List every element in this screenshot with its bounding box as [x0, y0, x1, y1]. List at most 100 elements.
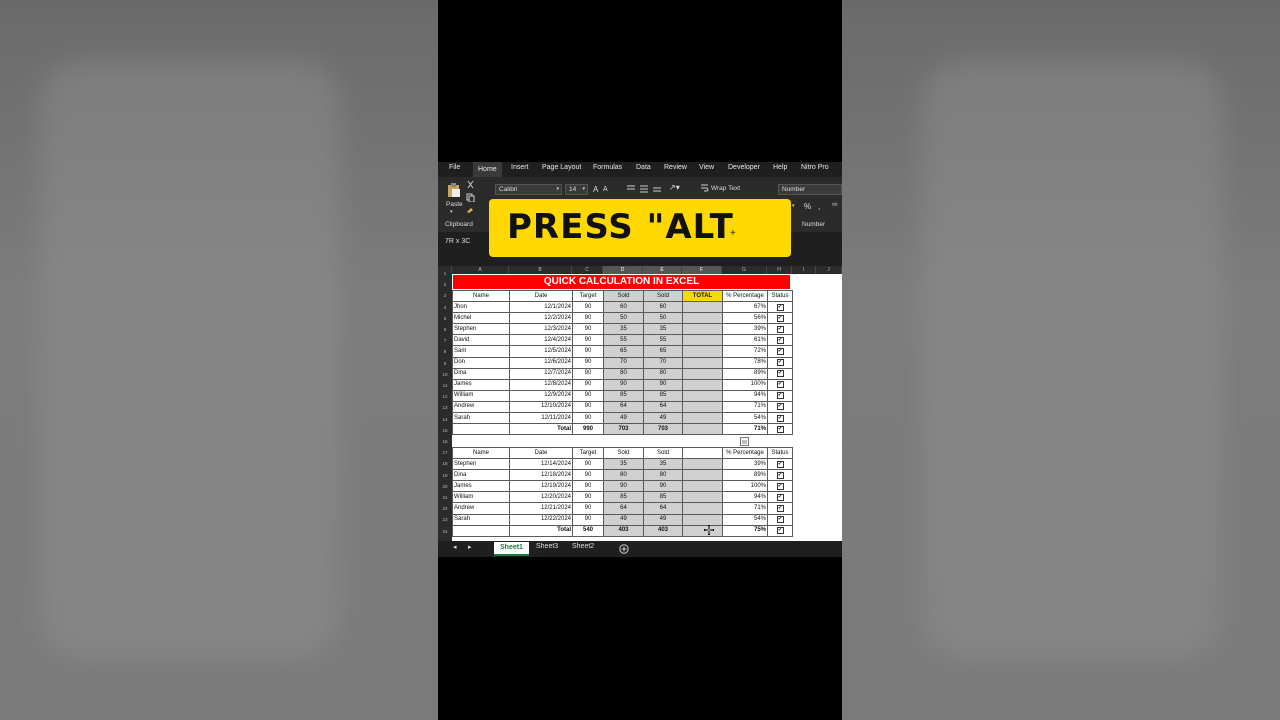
cell-percentage[interactable]: 89% — [722, 367, 768, 380]
sheet-title[interactable]: QUICK CALCULATION IN EXCEL — [453, 275, 790, 289]
cell-target[interactable]: 90 — [572, 400, 604, 414]
cell-status[interactable]: ✔ — [767, 378, 793, 391]
cell-sold[interactable]: 64 — [603, 400, 644, 414]
number-format-select[interactable]: Number — [778, 184, 842, 195]
cell-status[interactable]: ✔ — [767, 480, 793, 493]
cell-percentage[interactable]: 72% — [722, 345, 768, 358]
cell-target[interactable]: 90 — [572, 323, 604, 336]
cell-status[interactable]: ✔ — [767, 423, 793, 436]
cell-sold[interactable]: 65 — [603, 345, 644, 358]
cell-sold[interactable]: 90 — [603, 378, 644, 391]
menu-file[interactable]: File — [449, 164, 460, 171]
cell-sold[interactable]: 35 — [603, 458, 644, 471]
align-top-icon[interactable] — [626, 184, 636, 193]
cut-icon[interactable] — [466, 180, 475, 189]
decrease-font-icon[interactable]: A — [603, 186, 608, 193]
header-percentage[interactable]: % Percentage — [722, 446, 768, 460]
cell-status[interactable]: ✔ — [767, 345, 793, 358]
cell-date[interactable]: 12/21/2024 — [509, 502, 573, 515]
cell-sold[interactable]: 65 — [643, 345, 683, 358]
row-number[interactable]: 24 — [438, 529, 452, 534]
cell-total[interactable] — [682, 312, 723, 325]
total-sold[interactable]: 403 — [643, 524, 683, 537]
cell-target[interactable]: 90 — [572, 312, 604, 325]
cell-name[interactable]: Stephen — [452, 323, 510, 336]
header-sold[interactable]: Sold — [603, 289, 644, 303]
font-size-select[interactable]: 14 ▾ — [565, 184, 588, 195]
cell-name[interactable]: Jhon — [452, 301, 510, 314]
cell-date[interactable]: 12/22/2024 — [509, 513, 573, 526]
column-header-d[interactable]: D — [603, 266, 643, 274]
cell-name[interactable]: Dina — [452, 367, 510, 380]
cell-status[interactable]: ✔ — [767, 301, 793, 314]
column-header-h[interactable]: H — [767, 266, 792, 274]
cell-date[interactable]: 12/8/2024 — [509, 378, 573, 391]
cell-target[interactable]: 90 — [572, 378, 604, 391]
menu-developer[interactable]: Developer — [728, 164, 760, 171]
cell-sold[interactable]: 85 — [603, 491, 644, 504]
row-number[interactable]: 3 — [438, 293, 452, 298]
header-name[interactable]: Name — [452, 446, 510, 460]
cell-date[interactable]: 12/11/2024 — [509, 412, 573, 425]
cell-name[interactable]: Sam — [452, 345, 510, 358]
cell-percentage[interactable]: 100% — [722, 378, 768, 391]
cell-target[interactable]: 90 — [572, 345, 604, 358]
cell-total[interactable] — [682, 458, 723, 471]
cell-percentage[interactable]: 71% — [722, 400, 768, 414]
cell-sold[interactable]: 70 — [643, 356, 683, 369]
cell-total[interactable] — [682, 367, 723, 380]
cell-percentage[interactable]: 71% — [722, 502, 768, 515]
total-label[interactable]: Total — [509, 524, 573, 537]
format-painter-icon[interactable] — [466, 205, 475, 214]
cell-sold[interactable]: 80 — [643, 367, 683, 380]
align-middle-icon[interactable] — [639, 184, 649, 193]
row-number[interactable]: 6 — [438, 327, 452, 332]
cell-target[interactable]: 90 — [572, 412, 604, 425]
cell-percentage[interactable]: 94% — [722, 389, 768, 402]
checkbox-checked-icon[interactable]: ✔ — [776, 527, 784, 535]
cell-percentage[interactable]: 54% — [722, 513, 768, 526]
row-number[interactable]: 18 — [438, 461, 452, 466]
checkbox-checked-icon[interactable]: ✔ — [776, 359, 784, 367]
cell-sold[interactable]: 49 — [643, 412, 683, 425]
cell-empty[interactable] — [452, 423, 510, 436]
header-sold[interactable]: Sold — [643, 446, 683, 460]
cell-percentage[interactable]: 67% — [722, 301, 768, 314]
cell-sold[interactable]: 55 — [603, 334, 644, 347]
menu-nitro-pro[interactable]: Nitro Pro — [801, 164, 829, 171]
row-number[interactable]: 23 — [438, 517, 452, 522]
total-percentage[interactable]: 71% — [722, 423, 768, 436]
checkbox-checked-icon[interactable]: ✔ — [776, 471, 784, 479]
row-number[interactable]: 2 — [438, 282, 452, 287]
cell-sold[interactable]: 80 — [603, 469, 644, 482]
decimal-icon[interactable]: ⁰⁰ — [832, 202, 838, 210]
cell-sold[interactable]: 90 — [643, 378, 683, 391]
cell-target[interactable]: 90 — [572, 469, 604, 482]
cell-date[interactable]: 12/1/2024 — [509, 301, 573, 314]
row-number[interactable]: 12 — [438, 394, 452, 399]
cell-sold[interactable]: 49 — [603, 513, 644, 526]
tab-sheet2[interactable]: Sheet2 — [572, 543, 594, 550]
cell-target[interactable]: 90 — [572, 301, 604, 314]
cell-status[interactable]: ✔ — [767, 412, 793, 425]
cell-empty[interactable] — [452, 524, 510, 537]
wrap-text-icon[interactable] — [700, 183, 709, 192]
quick-analysis-icon[interactable] — [740, 437, 749, 446]
cell-percentage[interactable]: 100% — [722, 480, 768, 493]
menu-help[interactable]: Help — [773, 164, 787, 171]
row-number[interactable]: 22 — [438, 506, 452, 511]
cell-percentage[interactable]: 56% — [722, 312, 768, 325]
column-header-j[interactable]: J — [816, 266, 842, 274]
cell-sold[interactable]: 60 — [603, 301, 644, 314]
cell-target[interactable]: 90 — [572, 513, 604, 526]
cell-status[interactable]: ✔ — [767, 356, 793, 369]
cell-name[interactable]: James — [452, 480, 510, 493]
cell-sold[interactable]: 85 — [603, 389, 644, 402]
cell-date[interactable]: 12/5/2024 — [509, 345, 573, 358]
cell-percentage[interactable]: 78% — [722, 356, 768, 369]
cell-date[interactable]: 12/4/2024 — [509, 334, 573, 347]
align-bottom-icon[interactable] — [652, 184, 662, 193]
cell-sold[interactable]: 85 — [643, 491, 683, 504]
cell-sold[interactable]: 80 — [603, 367, 644, 380]
checkbox-checked-icon[interactable]: ✔ — [776, 381, 784, 389]
